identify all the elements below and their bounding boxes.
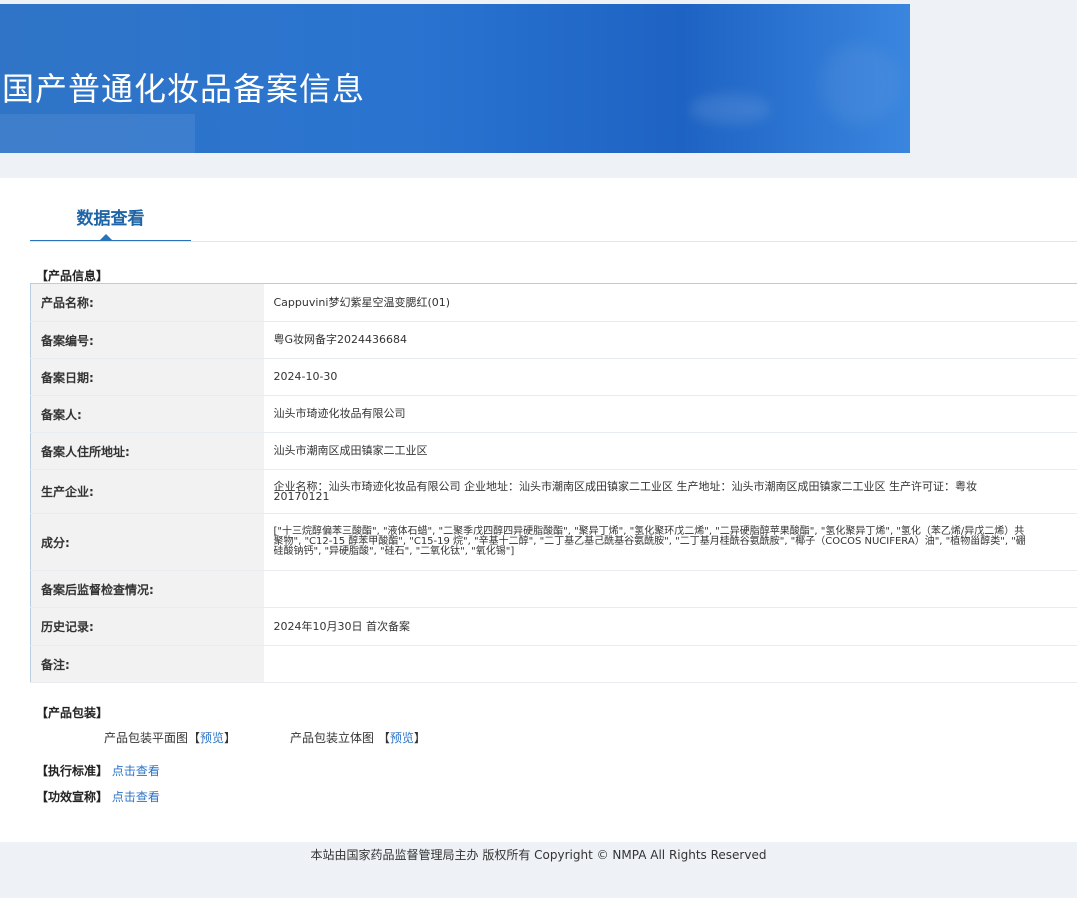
row-label: 产品名称: [30,283,264,322]
page-title: 国产普通化妆品备案信息 [2,70,366,108]
table-row: 备案日期: 2024-10-30 [30,358,1077,396]
table-row: 成分: ["十三烷醇偏苯三酸酯", "液体石蜡", "二聚季戊四醇四异硬脂酸酯"… [30,513,1077,571]
row-label: 备案编号: [30,321,264,359]
package-solid-preview-link[interactable]: 预览 [390,731,414,745]
bracket: 】 [224,731,237,745]
row-label: 备案后监督检查情况: [30,570,264,608]
package-flat-label: 产品包装平面图 [104,731,189,745]
row-value: 企业名称：汕头市琦迹化妆品有限公司 企业地址：汕头市潮南区成田镇家二工业区 生产… [263,469,1077,514]
table-row: 备案后监督检查情况: [30,570,1077,608]
efficacy-link[interactable]: 点击查看 [112,790,160,804]
product-info-title: 【产品信息】 [36,269,109,283]
standards-link[interactable]: 点击查看 [112,764,160,778]
table-row: 备案人住所地址: 汕头市潮南区成田镇家二工业区 [30,432,1077,470]
table-row: 生产企业: 企业名称：汕头市琦迹化妆品有限公司 企业地址：汕头市潮南区成田镇家二… [30,469,1077,514]
row-value: ["十三烷醇偏苯三酸酯", "液体石蜡", "二聚季戊四醇四异硬脂酸酯", "聚… [263,513,1077,571]
bracket: 【 [188,731,201,745]
row-label: 备案人: [30,395,264,433]
tab-divider [30,241,1077,242]
package-flat-item: 产品包装平面图【预览】 [104,729,236,746]
tab-data-view[interactable]: 数据查看 [30,200,191,242]
package-solid-label: 产品包装立体图 [290,731,375,745]
package-solid-item: 产品包装立体图 【预览】 [290,729,426,746]
row-label: 备案日期: [30,358,264,396]
row-value: Cappuvini梦幻紫星空温变腮红(01) [263,283,1077,322]
row-value: 汕头市琦迹化妆品有限公司 [263,395,1077,433]
banner-decoration [690,94,770,124]
row-label: 生产企业: [30,469,264,514]
table-row: 历史记录: 2024年10月30日 首次备案 [30,607,1077,646]
tab-label: 数据查看 [76,209,145,229]
product-info-table: 产品名称: Cappuvini梦幻紫星空温变腮红(01) 备案编号: 粤G妆网备… [30,283,1077,683]
row-value: 2024年10月30日 首次备案 [263,607,1077,646]
row-label: 备注: [30,645,264,683]
row-value: 2024-10-30 [263,358,1077,396]
row-value: 粤G妆网备字2024436684 [263,321,1077,359]
row-label: 备案人住所地址: [30,432,264,470]
packaging-title: 【产品包装】 [36,706,109,720]
package-flat-preview-link[interactable]: 预览 [200,731,224,745]
bracket: 【 [377,731,390,745]
banner-decoration [0,114,195,153]
banner-decoration [820,44,900,124]
table-row: 备案编号: 粤G妆网备字2024436684 [30,321,1077,359]
main-content: 数据查看 【产品信息】 产品名称: Cappuvini梦幻紫星空温变腮红(01)… [0,178,1077,842]
row-label: 历史记录: [30,607,264,646]
table-row: 备注: [30,645,1077,683]
table-row: 备案人: 汕头市琦迹化妆品有限公司 [30,395,1077,433]
footer-copyright: 本站由国家药品监督管理局主办 版权所有 Copyright © NMPA All… [310,848,767,862]
row-value [263,645,1077,683]
efficacy-label: 【功效宣称】 [36,790,109,804]
standards-row: 【执行标准】 点击查看 [36,762,160,779]
tab-caret-icon [100,234,112,240]
row-label: 成分: [30,513,264,571]
row-value [263,570,1077,608]
header-banner: 国产普通化妆品备案信息 [0,4,910,153]
table-row: 产品名称: Cappuvini梦幻紫星空温变腮红(01) [30,283,1077,322]
bracket: 】 [413,731,426,745]
efficacy-row: 【功效宣称】 点击查看 [36,788,160,805]
standards-label: 【执行标准】 [36,764,109,778]
row-value: 汕头市潮南区成田镇家二工业区 [263,432,1077,470]
